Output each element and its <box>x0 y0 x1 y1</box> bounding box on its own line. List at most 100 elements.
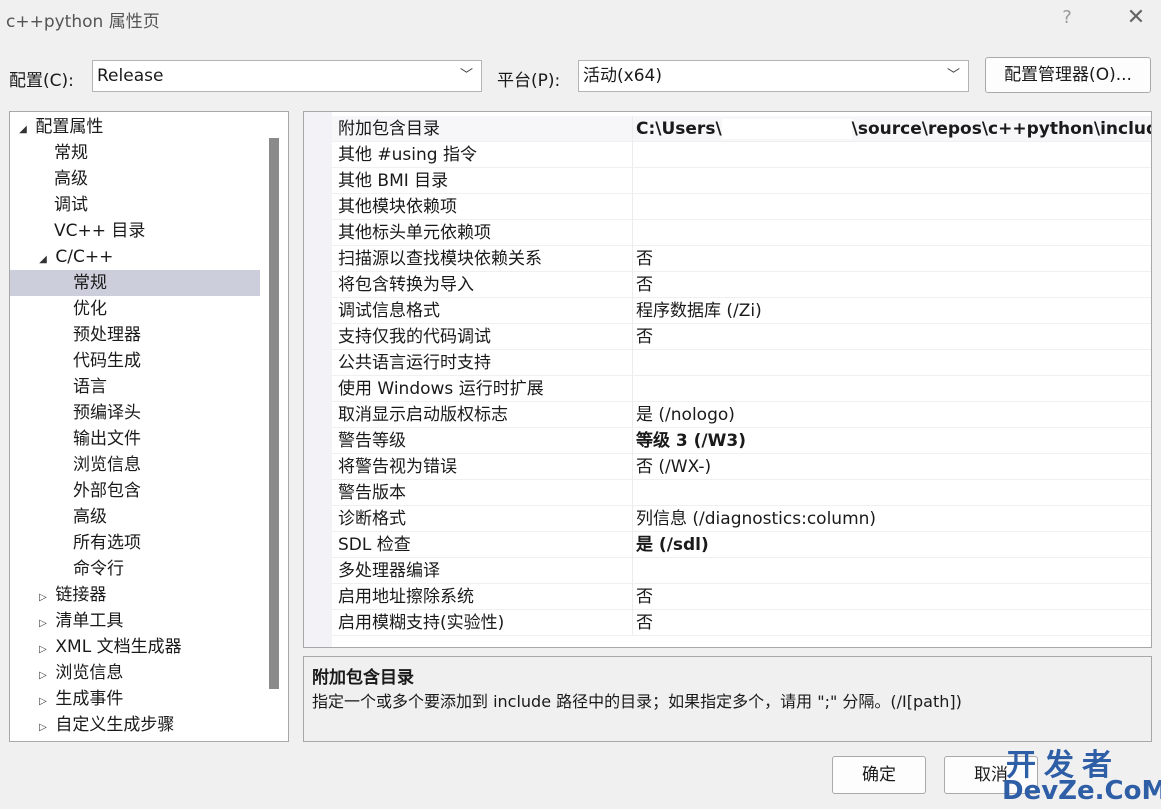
property-value[interactable] <box>636 220 1151 246</box>
tree-item-cpp-general[interactable]: 常规 <box>10 270 260 296</box>
config-select-value: Release <box>97 66 164 86</box>
tree-item-language[interactable]: 语言 <box>10 374 260 400</box>
property-value[interactable]: 程序数据库 (/Zi) <box>636 298 1151 324</box>
tree-item-vc-directories[interactable]: VC++ 目录 <box>10 218 260 244</box>
tree-item-build-events[interactable]: ▷ 生成事件 <box>10 686 260 712</box>
config-manager-button[interactable]: 配置管理器(O)... <box>985 57 1151 93</box>
property-row[interactable]: 诊断格式 列信息 (/diagnostics:column) <box>332 506 1151 532</box>
redacted-region <box>721 119 852 139</box>
tree-item-preprocessor[interactable]: 预处理器 <box>10 322 260 348</box>
property-value[interactable]: 是 (/sdl) <box>636 532 1151 558</box>
property-value[interactable]: 否 (/WX-) <box>636 454 1151 480</box>
column-divider <box>632 584 633 610</box>
platform-select[interactable]: 活动(x64) ﹀ <box>578 60 969 92</box>
property-name: 附加包含目录 <box>338 119 440 139</box>
property-row[interactable]: 启用地址擦除系统 否 <box>332 584 1151 610</box>
column-divider <box>632 194 633 220</box>
property-value[interactable]: 否 <box>636 584 1151 610</box>
column-divider <box>632 376 633 402</box>
platform-label: 平台(P): <box>497 71 561 91</box>
tree-item-config-properties[interactable]: ◢ 配置属性 <box>10 114 260 140</box>
tree-item-browse-information[interactable]: ▷ 浏览信息 <box>10 660 260 686</box>
tree-item-general[interactable]: 常规 <box>10 140 260 166</box>
property-value[interactable] <box>636 376 1151 402</box>
tree-item-c-cpp[interactable]: ◢ C/C++ <box>10 244 260 270</box>
tree-item-xml-doc-generator[interactable]: ▷ XML 文档生成器 <box>10 634 260 660</box>
close-icon[interactable]: ✕ <box>1120 4 1152 32</box>
property-value[interactable] <box>636 194 1151 220</box>
tree-item-code-generation[interactable]: 代码生成 <box>10 348 260 374</box>
property-row[interactable]: 启用模糊支持(实验性) 否 <box>332 610 1151 636</box>
tree-item-manifest-tool[interactable]: ▷ 清单工具 <box>10 608 260 634</box>
property-row[interactable]: 使用 Windows 运行时扩展 <box>332 376 1151 402</box>
tree-item-precompiled-headers[interactable]: 预编译头 <box>10 400 260 426</box>
column-divider <box>632 246 633 272</box>
tree-item-debugging[interactable]: 调试 <box>10 192 260 218</box>
property-value[interactable]: C:\Users\ \source\repos\c++python\include <box>636 116 1151 142</box>
property-value[interactable]: 列信息 (/diagnostics:column) <box>636 506 1151 532</box>
property-row[interactable]: 其他 #using 指令 <box>332 142 1151 168</box>
property-row[interactable]: 将包含转换为导入 否 <box>332 272 1151 298</box>
property-name: SDL 检查 <box>338 535 411 555</box>
property-value[interactable]: 否 <box>636 610 1151 636</box>
property-row[interactable]: 调试信息格式 程序数据库 (/Zi) <box>332 298 1151 324</box>
property-name: 警告等级 <box>338 431 406 451</box>
column-divider <box>632 116 633 142</box>
property-row[interactable]: 其他标头单元依赖项 <box>332 220 1151 246</box>
platform-select-value: 活动(x64) <box>583 66 662 86</box>
property-row[interactable]: 警告版本 <box>332 480 1151 506</box>
property-name: 使用 Windows 运行时扩展 <box>338 379 544 399</box>
ok-button[interactable]: 确定 <box>832 756 926 794</box>
column-divider <box>632 610 633 636</box>
property-value[interactable]: 否 <box>636 272 1151 298</box>
help-icon[interactable]: ? <box>1055 4 1079 32</box>
tree-item-browse-info[interactable]: 浏览信息 <box>10 452 260 478</box>
tree-item-command-line[interactable]: 命令行 <box>10 556 260 582</box>
property-row[interactable]: 公共语言运行时支持 <box>332 350 1151 376</box>
property-row[interactable]: 其他 BMI 目录 <box>332 168 1151 194</box>
property-value[interactable]: 否 <box>636 324 1151 350</box>
watermark-bottom: DevZe.CoM <box>1002 776 1161 806</box>
tree-item-linker[interactable]: ▷ 链接器 <box>10 582 260 608</box>
property-value[interactable] <box>636 350 1151 376</box>
property-value[interactable]: 否 <box>636 246 1151 272</box>
property-row[interactable]: 支持仅我的代码调试 否 <box>332 324 1151 350</box>
tree-item-all-options[interactable]: 所有选项 <box>10 530 260 556</box>
tree-item-cpp-advanced[interactable]: 高级 <box>10 504 260 530</box>
property-value[interactable] <box>636 558 1151 584</box>
window-title: c++python 属性页 <box>6 12 160 32</box>
property-row[interactable]: 取消显示启动版权标志 是 (/nologo) <box>332 402 1151 428</box>
watermark-logo: 开发者 DevZe.CoM <box>1000 740 1161 808</box>
tree-item-optimization[interactable]: 优化 <box>10 296 260 322</box>
property-value[interactable]: 等级 3 (/W3) <box>636 428 1151 454</box>
property-name: 其他 BMI 目录 <box>338 171 449 191</box>
property-row[interactable]: 附加包含目录 C:\Users\ \source\repos\c++python\… <box>332 116 1151 142</box>
property-value[interactable] <box>636 168 1151 194</box>
config-select[interactable]: Release ﹀ <box>92 60 482 92</box>
description-title: 附加包含目录 <box>312 668 414 688</box>
tree-item-external-includes[interactable]: 外部包含 <box>10 478 260 504</box>
column-divider <box>632 142 633 168</box>
property-name: 扫描源以查找模块依赖关系 <box>338 249 542 269</box>
property-name: 其他模块依赖项 <box>338 197 457 217</box>
property-row[interactable]: SDL 检查 是 (/sdl) <box>332 532 1151 558</box>
tree-item-custom-build-step[interactable]: ▷ 自定义生成步骤 <box>10 712 260 738</box>
property-value[interactable] <box>636 480 1151 506</box>
description-body: 指定一个或多个要添加到 include 路径中的目录；如果指定多个，请用 ";"… <box>312 692 962 711</box>
column-divider <box>632 480 633 506</box>
property-row[interactable]: 其他模块依赖项 <box>332 194 1151 220</box>
title-bar: c++python 属性页 ? ✕ <box>0 0 1161 38</box>
chevron-down-icon: ﹀ <box>459 68 473 83</box>
tree-item-advanced[interactable]: 高级 <box>10 166 260 192</box>
property-row[interactable]: 警告等级 等级 3 (/W3) <box>332 428 1151 454</box>
collapsed-arrow-icon[interactable]: ▷ <box>36 715 50 741</box>
property-name: 启用地址擦除系统 <box>338 587 474 607</box>
property-row[interactable]: 将警告视为错误 否 (/WX-) <box>332 454 1151 480</box>
property-value[interactable]: 是 (/nologo) <box>636 402 1151 428</box>
property-value[interactable] <box>636 142 1151 168</box>
tree-scrollbar-thumb[interactable] <box>269 138 279 689</box>
property-row[interactable]: 多处理器编译 <box>332 558 1151 584</box>
property-row[interactable]: 扫描源以查找模块依赖关系 否 <box>332 246 1151 272</box>
chevron-down-icon: ﹀ <box>946 68 960 83</box>
tree-item-output-files[interactable]: 输出文件 <box>10 426 260 452</box>
